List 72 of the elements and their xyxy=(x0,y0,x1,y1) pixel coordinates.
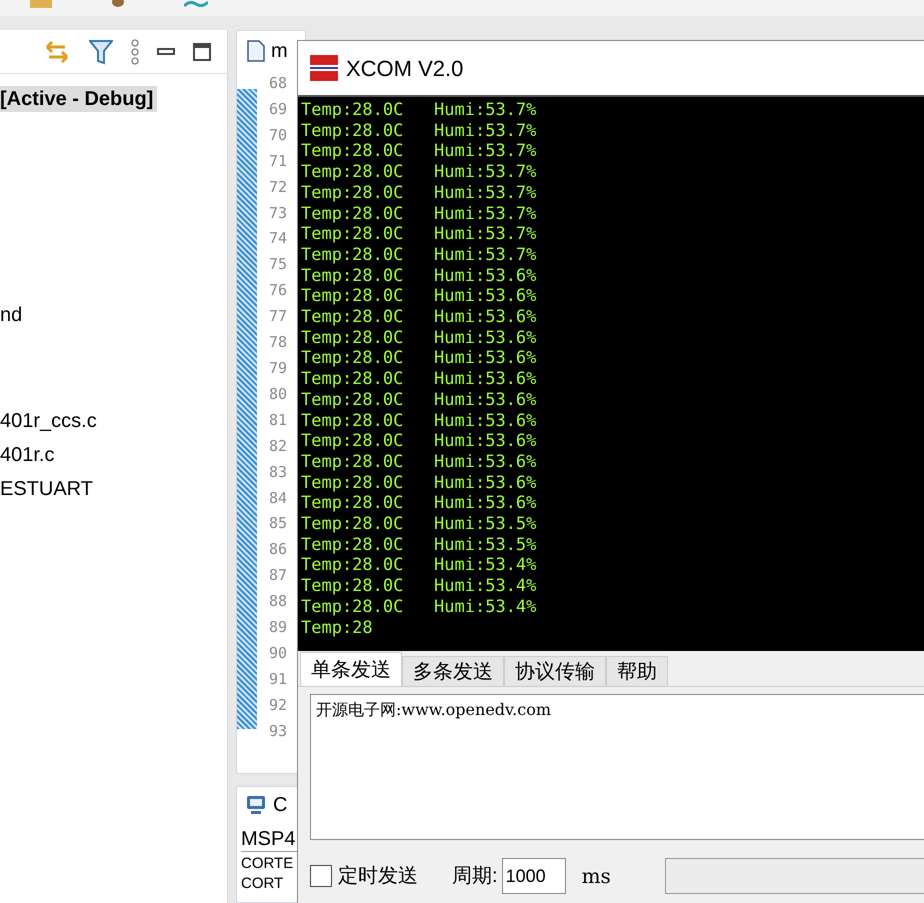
send-text-area[interactable]: 开源电子网:www.openedv.com xyxy=(310,694,924,840)
line-number: 68 xyxy=(269,73,288,94)
console-tab[interactable]: C xyxy=(273,790,288,820)
terminal-line: Temp:28.0C Humi:53.7% xyxy=(301,120,538,142)
terminal-line: Temp:28.0C Humi:53.7% xyxy=(301,182,538,204)
terminal-line: Temp:28.0C Humi:53.7% xyxy=(301,224,538,245)
terminal-line: Temp:28.0C Humi:53.7% xyxy=(301,244,538,266)
line-number: 89 xyxy=(269,617,288,638)
tab[interactable]: 帮助 xyxy=(606,656,668,686)
terminal-line: Temp:28.0C Humi:53.6% xyxy=(301,348,538,370)
terminal-line: Temp:28.0C Humi:53.5% xyxy=(301,514,538,535)
line-number: 79 xyxy=(269,358,288,379)
line-number: 93 xyxy=(269,720,288,742)
terminal-line: Temp:28.0C Humi:53.6% xyxy=(301,390,538,411)
terminal-line: Temp:28.0C Humi:53.6% xyxy=(301,328,538,348)
line-number: 69 xyxy=(269,98,288,120)
line-number: 83 xyxy=(269,462,288,483)
terminal-line: Temp:28.0C Humi:53.4% xyxy=(301,596,538,618)
terminal-line: Temp:28.0C Humi:53.7% xyxy=(301,141,538,162)
line-number: 82 xyxy=(269,436,288,457)
window-title: XCOM V2.0 xyxy=(346,54,464,82)
line-number: 90 xyxy=(269,642,288,664)
terminal-line: Temp:28.0C Humi:53.6% xyxy=(301,452,538,473)
terminal-line: Temp:28 xyxy=(301,618,374,638)
line-number: 87 xyxy=(269,565,288,586)
console-line: CORT xyxy=(241,875,284,892)
line-number: 74 xyxy=(269,228,288,250)
terminal-line: Temp:28.0C Humi:53.4% xyxy=(301,555,538,576)
terminal-line: Temp:28.0C Humi:53.6% xyxy=(301,307,538,328)
line-number: 81 xyxy=(269,410,288,431)
line-number: 91 xyxy=(269,668,288,690)
line-number: 80 xyxy=(269,384,288,405)
tree-item[interactable]: 401r_ccs.c xyxy=(0,408,97,434)
send-text: 开源电子网:www.openedv.com xyxy=(316,700,552,719)
tree-item[interactable]: 401r.c xyxy=(0,442,54,468)
tree-item[interactable]: ESTUART xyxy=(0,476,93,502)
timed-send-label: 定时发送 xyxy=(338,864,418,889)
line-number: 86 xyxy=(269,539,288,560)
tree-item[interactable]: [Active - Debug] xyxy=(0,86,158,112)
terminal-line: Temp:28.0C Humi:53.6% xyxy=(301,493,538,514)
line-number: 85 xyxy=(269,513,288,534)
tab[interactable]: 多条发送 xyxy=(402,656,504,686)
terminal-line: Temp:28.0C Humi:53.6% xyxy=(301,472,538,494)
line-number: 75 xyxy=(269,254,288,276)
line-number: 78 xyxy=(269,332,288,354)
terminal-line: Temp:28.0C Humi:53.5% xyxy=(301,534,538,556)
line-number: 84 xyxy=(269,488,288,508)
period-unit: ms xyxy=(582,863,611,890)
line-number: 72 xyxy=(269,176,288,198)
terminal-line: Temp:28.0C Humi:53.7% xyxy=(301,162,538,183)
tab[interactable]: 单条发送 xyxy=(300,652,402,686)
tab[interactable]: 协议传输 xyxy=(504,656,606,686)
editor-tab[interactable]: m xyxy=(271,39,288,63)
terminal-line: Temp:28.0C Humi:53.7% xyxy=(301,204,538,224)
terminal-line: Temp:28.0C Humi:53.4% xyxy=(301,576,538,597)
period-label: 周期: xyxy=(452,864,498,889)
line-number: 76 xyxy=(269,280,288,302)
terminal-line: Temp:28.0C Humi:53.6% xyxy=(301,410,538,432)
line-number: 77 xyxy=(269,306,288,328)
line-number: 88 xyxy=(269,591,288,612)
terminal-line: Temp:28.0C Humi:53.6% xyxy=(301,431,538,452)
terminal-line: Temp:28.0C Humi:53.6% xyxy=(301,369,538,390)
terminal-line: Temp:28.0C Humi:53.6% xyxy=(301,286,538,308)
line-number: 70 xyxy=(269,124,288,146)
line-number: 73 xyxy=(269,202,288,224)
line-number: 71 xyxy=(269,150,288,172)
terminal-line: Temp:28.0C Humi:53.6% xyxy=(301,266,538,286)
terminal-line: Temp:28.0C Humi:53.7% xyxy=(301,100,538,121)
line-number: 92 xyxy=(269,694,288,716)
console-line: CORTE xyxy=(241,855,294,872)
period-field[interactable]: 1000 xyxy=(502,858,566,894)
tree-item[interactable]: nd xyxy=(0,302,22,328)
